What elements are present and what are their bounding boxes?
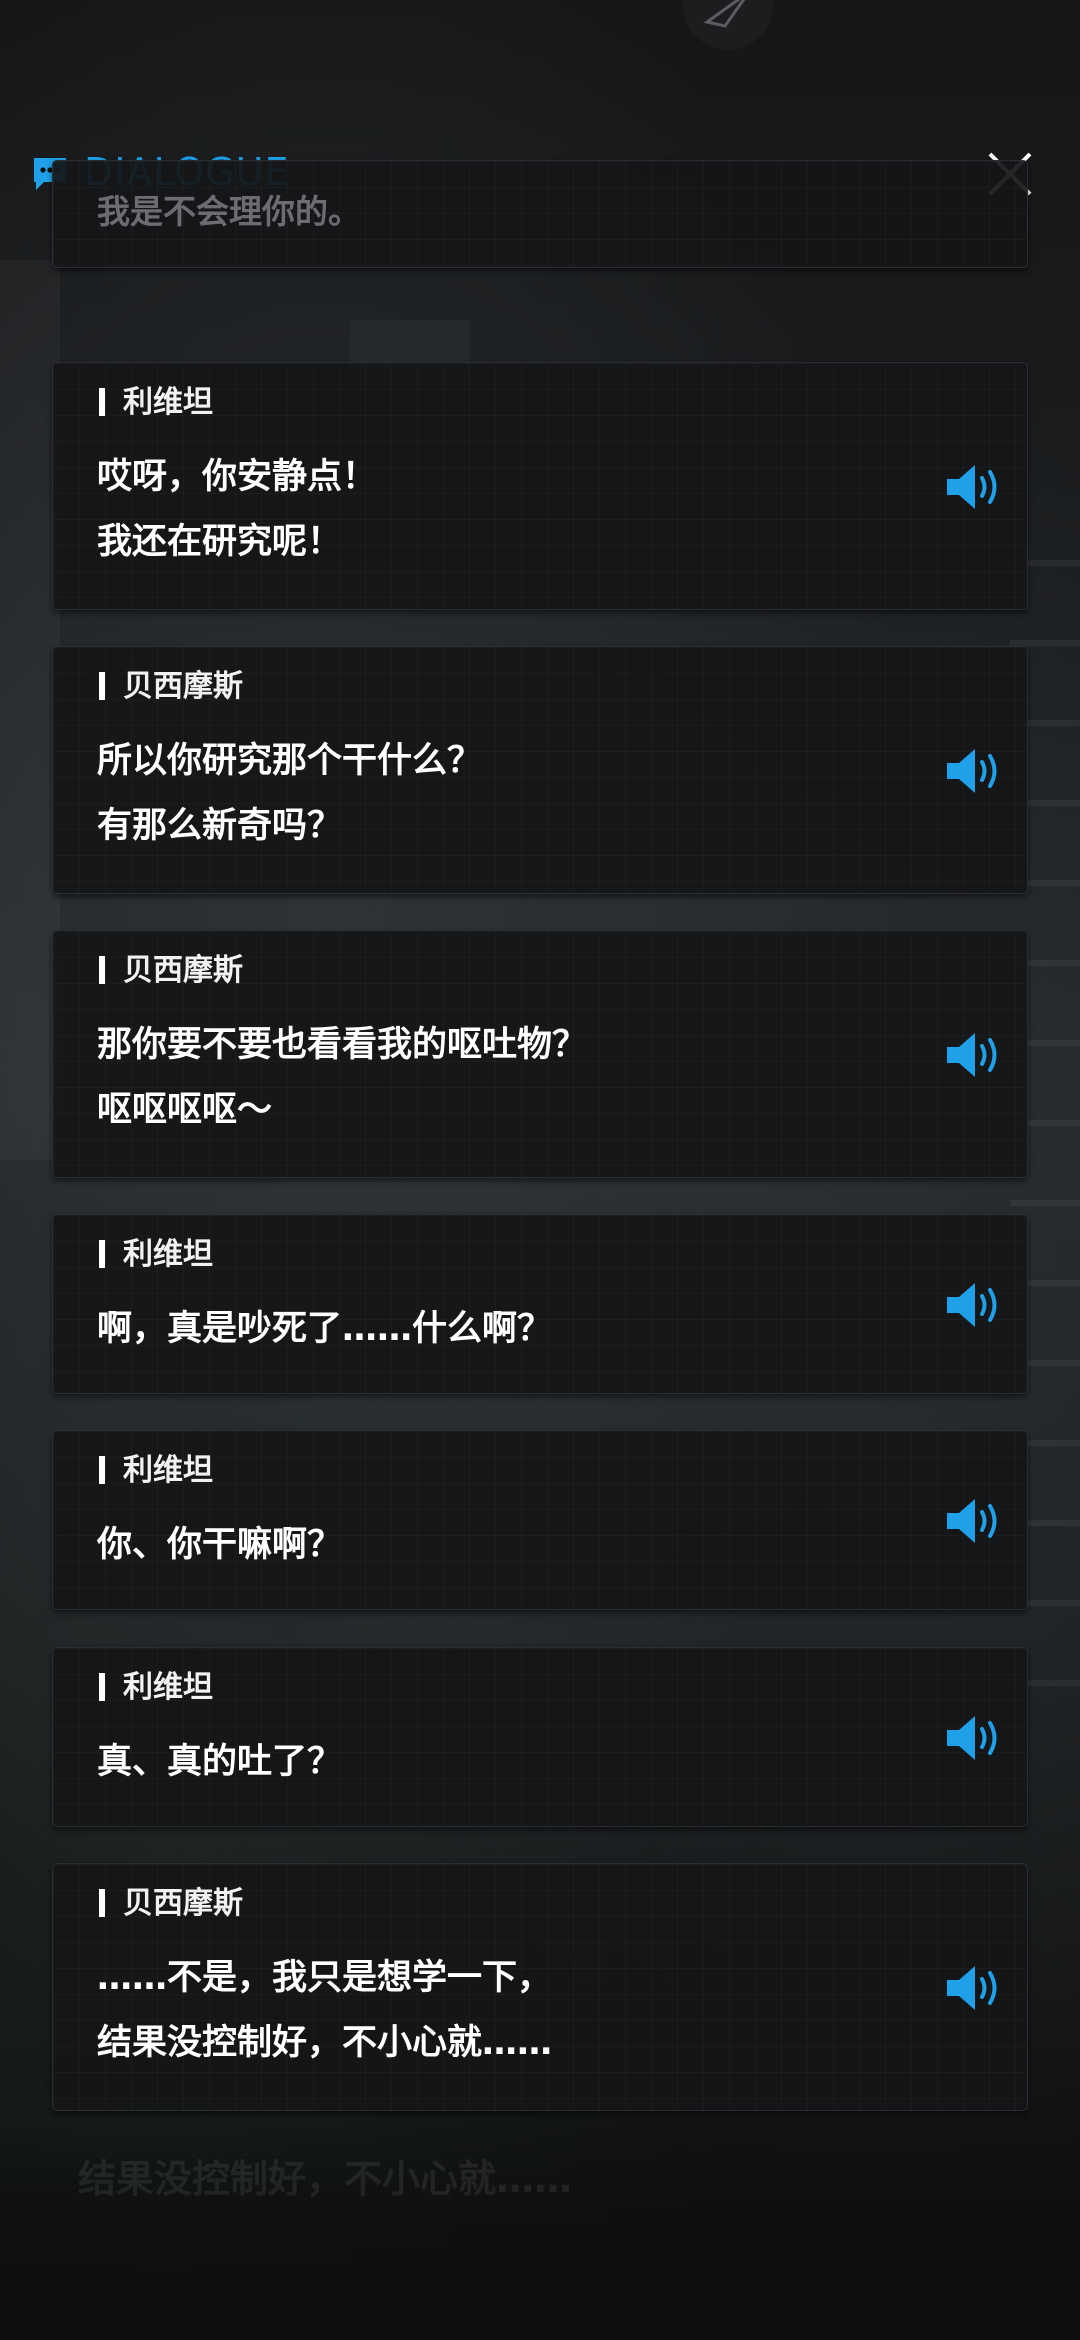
top-emblem <box>683 0 773 50</box>
voice-play-button[interactable] <box>945 1029 1007 1081</box>
voice-play-button[interactable] <box>945 1962 1007 2014</box>
speaker-volume-icon <box>947 1499 997 1543</box>
dialogue-line: 结果没控制好，不小心就…… <box>97 2023 553 2063</box>
voice-play-button[interactable] <box>945 461 1007 513</box>
dialogue-card: 贝西摩斯 所以你研究那个干什么？ 有那么新奇吗？ <box>52 646 1028 894</box>
dialogue-line: 啊，真是吵死了……什么啊？ <box>97 1309 553 1349</box>
speaker-volume-icon <box>947 1716 997 1760</box>
dialogue-line: 真、真的吐了？ <box>97 1742 343 1782</box>
voice-play-button[interactable] <box>945 1712 1007 1764</box>
speaker-volume-icon <box>947 1283 997 1327</box>
background-subtitle: 结果没控制好，不小心就…… <box>78 2157 573 2201</box>
dialogue-card: 利维坦 你、你干嘛啊？ <box>52 1430 1028 1610</box>
speaker-name: 贝西摩斯 <box>99 667 243 707</box>
dialogue-line: ……不是，我只是想学一下， <box>97 1958 553 1998</box>
speaker-name: 利维坦 <box>99 1668 213 1708</box>
dialogue-line: 那你要不要也看看我的呕吐物？ <box>97 1025 588 1065</box>
dialogue-line: 我是不会理你的。 <box>97 192 361 231</box>
dialogue-card-partial: 我是不会理你的。 <box>52 160 1028 268</box>
speaker-volume-icon <box>947 465 997 509</box>
dialogue-card: 贝西摩斯 那你要不要也看看我的呕吐物？ 呕呕呕呕〜 <box>52 930 1028 1178</box>
dialogue-card: 利维坦 啊，真是吵死了……什么啊？ <box>52 1214 1028 1394</box>
dialogue-line: 呕呕呕呕〜 <box>97 1090 273 1130</box>
voice-play-button[interactable] <box>945 1279 1007 1331</box>
dialogue-screen: DIALOGUE 我是不会理你的。 利维坦 哎呀，你安静点！ 我还在研究呢！ <box>0 0 1080 2340</box>
voice-play-button[interactable] <box>945 1495 1007 1547</box>
speaker-name: 利维坦 <box>99 383 213 423</box>
speaker-name: 利维坦 <box>99 1451 213 1491</box>
dialogue-log-list[interactable]: 我是不会理你的。 利维坦 哎呀，你安静点！ 我还在研究呢！ 贝西摩斯 所以你研究… <box>52 160 1028 2220</box>
speaker-name: 贝西摩斯 <box>99 1884 243 1924</box>
dialogue-card: 利维坦 真、真的吐了？ <box>52 1647 1028 1827</box>
dialogue-line: 我还在研究呢！ <box>97 522 343 562</box>
paper-plane-icon <box>703 0 746 28</box>
dialogue-line: 哎呀，你安静点！ <box>97 457 378 497</box>
speaker-name: 利维坦 <box>99 1235 213 1275</box>
dialogue-card: 利维坦 哎呀，你安静点！ 我还在研究呢！ <box>52 362 1028 610</box>
speaker-volume-icon <box>947 749 997 793</box>
speaker-volume-icon <box>947 1966 997 2010</box>
voice-play-button[interactable] <box>945 745 1007 797</box>
background-silhouette <box>0 260 60 1160</box>
speaker-name: 贝西摩斯 <box>99 951 243 991</box>
dialogue-line: 你、你干嘛啊？ <box>97 1525 343 1565</box>
dialogue-line: 有那么新奇吗？ <box>97 806 343 846</box>
dialogue-card: 贝西摩斯 ……不是，我只是想学一下， 结果没控制好，不小心就…… <box>52 1863 1028 2111</box>
dialogue-line: 所以你研究那个干什么？ <box>97 741 483 781</box>
speaker-volume-icon <box>947 1033 997 1077</box>
